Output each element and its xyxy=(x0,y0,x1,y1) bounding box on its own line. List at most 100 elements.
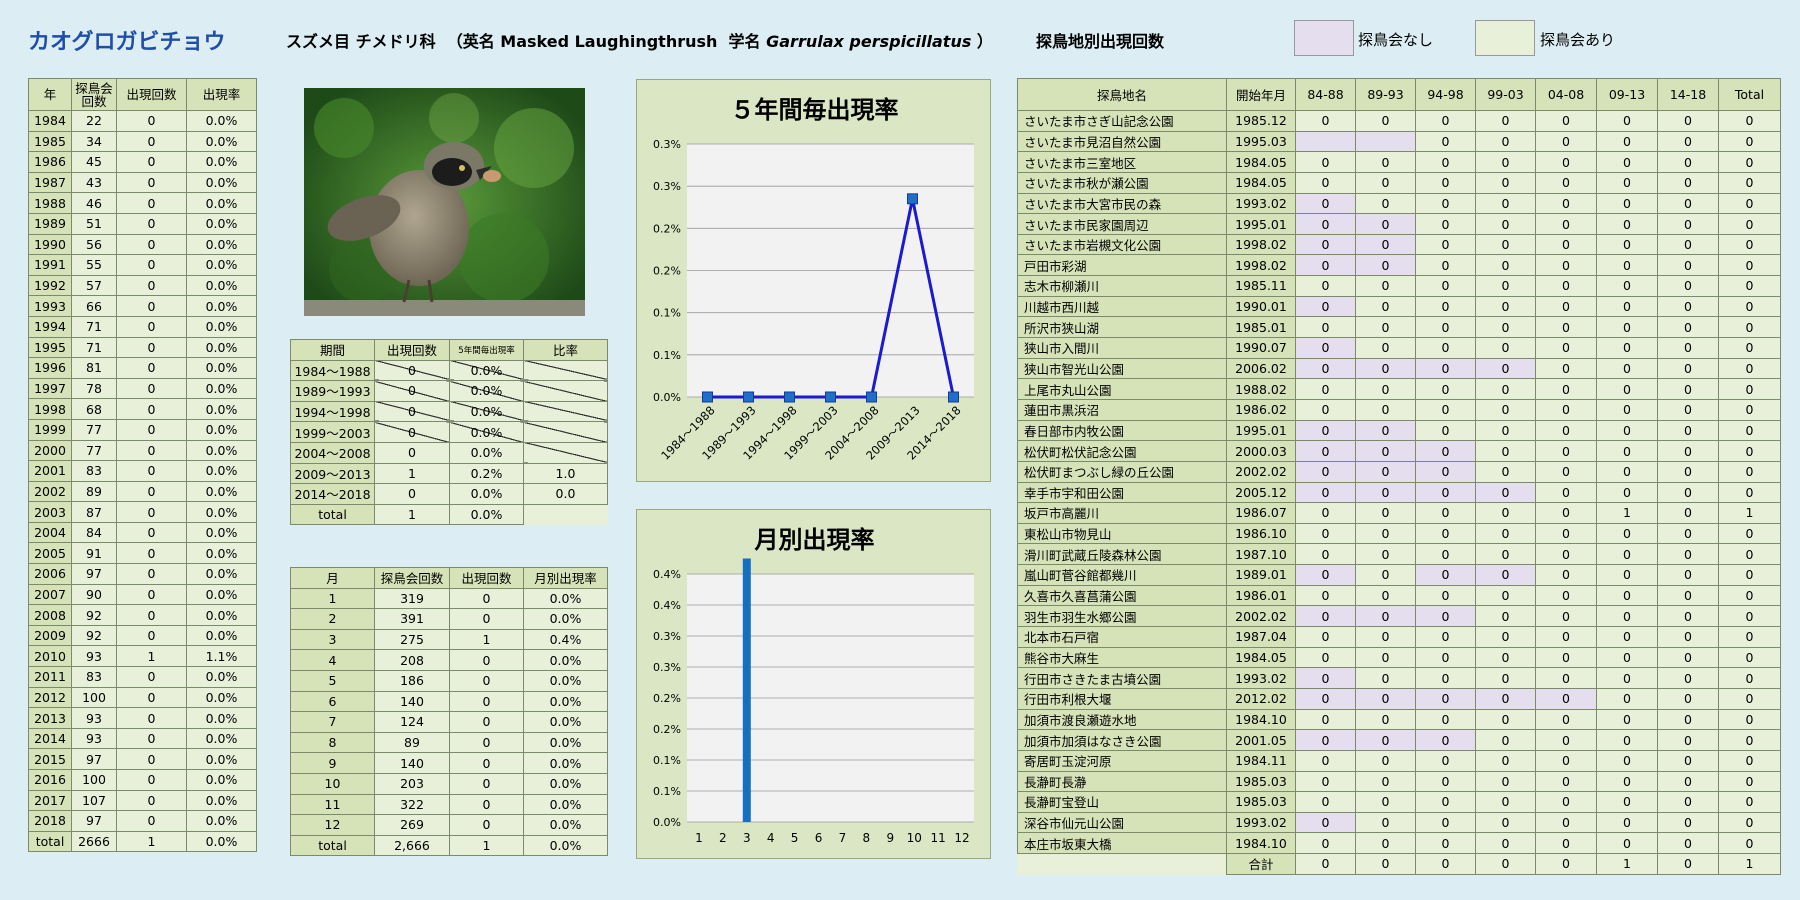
location-count-cell: 0 xyxy=(1295,605,1356,628)
location-count-cell: 0 xyxy=(1295,337,1356,359)
location-count-cell: 0 xyxy=(1657,213,1719,235)
table-row: 寄居町玉淀河原 1984.11 0 0 0 0 0 0 0 0 xyxy=(1017,749,1781,772)
location-count-cell: 0 xyxy=(1657,811,1719,834)
location-name-cell: 所沢市狭山湖 xyxy=(1017,316,1227,339)
location-count-cell: 0 xyxy=(1596,213,1658,235)
location-count-cell: 0 xyxy=(1535,295,1597,318)
location-count-cell: 0 xyxy=(1475,460,1536,483)
location-name-cell: 加須市加須はなさき公園 xyxy=(1017,729,1227,751)
location-count-cell: 0 xyxy=(1596,295,1658,318)
location-name-cell: 狭山市智光山公園 xyxy=(1017,357,1227,380)
location-count-cell: 0 xyxy=(1657,419,1719,442)
yearly-cell: 0.0% xyxy=(186,583,257,606)
location-total-cell: 0 xyxy=(1475,853,1536,875)
yearly-cell: 0 xyxy=(116,212,187,235)
location-count-cell: 0 xyxy=(1355,378,1416,400)
location-count-cell: 0 xyxy=(1415,275,1476,297)
yearly-cell: 0.0% xyxy=(186,377,257,400)
x-tick-label: 3 xyxy=(743,831,751,845)
yearly-cell: 0.0% xyxy=(186,460,257,482)
location-start-cell: 1987.10 xyxy=(1226,543,1296,566)
taxonomy-suffix: ） xyxy=(971,32,993,51)
location-count-cell: 0 xyxy=(1596,646,1658,669)
yearly-cell: 100 xyxy=(71,686,117,709)
period-cell: 1.0 xyxy=(523,462,608,485)
location-count-cell: 0 xyxy=(1657,337,1719,359)
yearly-total-cell: 1 xyxy=(116,830,187,853)
table-row: 松伏町松伏記念公園 2000.03 0 0 0 0 0 0 0 0 xyxy=(1017,440,1781,462)
table-row: 1994 71 0 0.0% xyxy=(28,315,257,338)
location-start-cell: 1986.10 xyxy=(1226,522,1296,545)
location-count-cell: 0 xyxy=(1355,419,1416,442)
monthly-cell: 0.0% xyxy=(523,814,608,836)
bird-photo-image xyxy=(304,88,585,316)
location-count-cell: 0 xyxy=(1295,502,1356,524)
location-count-cell: 0 xyxy=(1415,502,1476,524)
data-point xyxy=(907,193,918,205)
location-name-cell: 幸手市宇和田公園 xyxy=(1017,481,1227,504)
yearly-cell: 2001 xyxy=(28,460,72,482)
yearly-cell: 57 xyxy=(71,274,117,297)
period-cell: 0.0% xyxy=(449,380,524,402)
location-start-cell: 1985.01 xyxy=(1226,316,1296,339)
location-count-cell: 0 xyxy=(1355,440,1416,462)
location-count-cell: 0 xyxy=(1355,171,1416,194)
yearly-cell: 0.0% xyxy=(186,707,257,729)
yearly-cell: 0.0% xyxy=(186,418,257,441)
location-count-cell: 0 xyxy=(1596,378,1658,400)
period-cell xyxy=(523,400,608,423)
yearly-header-cell: 出現回数 xyxy=(116,78,187,111)
yearly-cell: 46 xyxy=(71,192,117,214)
yearly-cell: 89 xyxy=(71,480,117,503)
table-row: 2003 87 0 0.0% xyxy=(28,501,257,523)
location-name-cell: 長瀞町長瀞 xyxy=(1017,770,1227,793)
yearly-cell: 0 xyxy=(116,521,187,544)
table-row: 狭山市入間川 1990.07 0 0 0 0 0 0 0 0 xyxy=(1017,337,1781,359)
x-tick-label: 4 xyxy=(767,831,775,845)
monthly-total-cell: 2,666 xyxy=(374,834,450,857)
table-row: 2016 100 0 0.0% xyxy=(28,769,257,791)
table-row: 東松山市物見山 1986.10 0 0 0 0 0 0 0 0 xyxy=(1017,522,1781,545)
location-count-cell: 0 xyxy=(1355,584,1416,607)
location-count-cell: 0 xyxy=(1415,378,1476,400)
y-tick-label: 0.3% xyxy=(653,138,681,151)
table-row: 蓮田市黒浜沼 1986.02 0 0 0 0 0 0 0 0 xyxy=(1017,398,1781,421)
location-count-cell: 0 xyxy=(1535,254,1597,277)
location-count-cell: 0 xyxy=(1596,398,1658,421)
yearly-cell: 0 xyxy=(116,624,187,647)
location-count-cell: 0 xyxy=(1415,770,1476,793)
monthly-cell: 0 xyxy=(449,608,524,630)
location-count-cell: 0 xyxy=(1295,254,1356,277)
location-count-cell: 0 xyxy=(1535,626,1597,648)
location-count-cell: 0 xyxy=(1718,378,1781,400)
yearly-cell: 93 xyxy=(71,645,117,668)
location-header-cell: 探鳥地名 xyxy=(1017,78,1227,111)
yearly-cell: 0.0% xyxy=(186,171,257,194)
monthly-header-cell: 出現回数 xyxy=(449,567,524,589)
monthly-cell: 8 xyxy=(290,731,375,754)
table-row: 1997 78 0 0.0% xyxy=(28,377,257,400)
location-start-cell: 1995.03 xyxy=(1226,130,1296,153)
monthly-cell: 0.0% xyxy=(523,752,608,774)
table-row: 8 89 0 0.0% xyxy=(290,731,608,754)
table-row: 1984～1988 0 0.0% xyxy=(290,359,608,382)
yearly-cell: 0.0% xyxy=(186,686,257,709)
yearly-cell: 0 xyxy=(116,666,187,688)
location-count-cell: 0 xyxy=(1535,605,1597,628)
location-count-cell: 0 xyxy=(1657,233,1719,256)
location-count-cell: 0 xyxy=(1475,357,1536,380)
location-count-cell: 0 xyxy=(1596,337,1658,359)
location-start-cell: 1986.07 xyxy=(1226,502,1296,524)
yearly-cell: 66 xyxy=(71,295,117,317)
yearly-cell: 91 xyxy=(71,542,117,565)
monthly-cell: 10 xyxy=(290,772,375,795)
period-cell: 0.0 xyxy=(523,483,608,505)
monthly-cell: 186 xyxy=(374,669,450,692)
location-count-cell: 0 xyxy=(1718,770,1781,793)
location-count-cell: 0 xyxy=(1295,522,1356,545)
data-point xyxy=(825,391,836,403)
table-row: 1987 43 0 0.0% xyxy=(28,171,257,194)
location-start-cell: 2005.12 xyxy=(1226,481,1296,504)
location-count-cell: 0 xyxy=(1718,832,1781,855)
monthly-cell: 12 xyxy=(290,814,375,836)
